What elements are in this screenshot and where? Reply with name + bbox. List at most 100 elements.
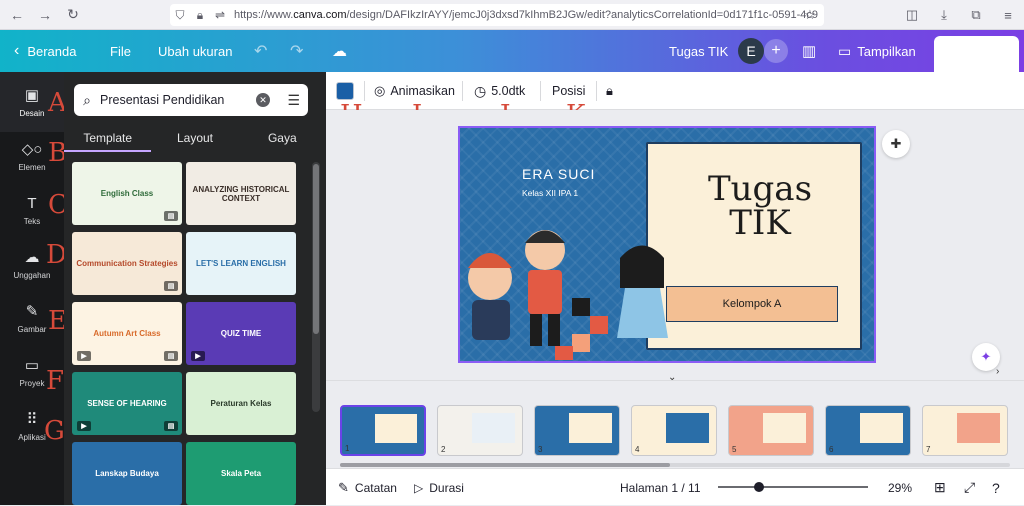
page-thumbnail[interactable]: 3 [534, 405, 620, 456]
duration-footer-button[interactable]: ▷ Durasi [414, 469, 464, 506]
filter-icon[interactable]: ☰ [287, 92, 300, 109]
file-menu[interactable]: File [110, 30, 131, 72]
page-thumbnail[interactable]: 1 [340, 405, 426, 456]
chevron-right-icon[interactable]: › [996, 366, 999, 377]
grid-view-icon[interactable]: ⊞ [934, 469, 946, 506]
page-thumbnail[interactable]: 2 [437, 405, 523, 456]
background-color-button[interactable] [336, 72, 354, 110]
slide-group-box[interactable]: Kelompok A [666, 286, 838, 322]
editor-header: ‹ Beranda File Ubah ukuran ↶ ↷ ☁ Tugas T… [0, 30, 1024, 78]
slide-canvas[interactable]: ERA SUCI Kelas XII IPA 1 Tugas TIK Kelom… [458, 126, 876, 363]
page-thumbnail-card [665, 412, 710, 444]
forward-icon[interactable]: → [34, 4, 56, 26]
divider [540, 81, 541, 101]
template-thumbnail[interactable]: Peraturan Kelas [186, 372, 296, 435]
tab-layout[interactable]: Layout [151, 124, 238, 152]
fullscreen-icon[interactable]: ⤢ [964, 469, 975, 506]
template-thumbnail[interactable]: Communication Strategies ▤ [72, 232, 182, 295]
color-swatch [336, 82, 354, 100]
slide-author-name[interactable]: ERA SUCI [522, 166, 595, 182]
template-thumbnail[interactable]: ANALYZING HISTORICAL CONTEXT [186, 162, 296, 225]
design-panel: ⌕ Presentasi Pendidikan ✕ ☰ Template Lay… [64, 72, 326, 505]
panel-scrollbar[interactable] [312, 162, 320, 412]
cloud-saved-icon[interactable]: ☁ [332, 30, 347, 72]
page-indicator-label: Halaman 1 / 11 [620, 480, 701, 495]
template-search[interactable]: ⌕ Presentasi Pendidikan ✕ ☰ [74, 84, 308, 116]
rail-item-elemen[interactable]: ◇○ Elemen [0, 126, 64, 186]
present-icon: ▭ [838, 42, 852, 59]
template-thumbnail[interactable]: SENSE OF HEARING ▶ ▤ [72, 372, 182, 435]
duration-button[interactable]: ◷ 5.0dtk [474, 72, 525, 110]
avatar-letter: E [738, 38, 764, 64]
browser-toolbar: ← → ↻ ⛉ 🔒︎ ⇌ https://www.canva.com/desig… [0, 0, 1024, 30]
template-title: Communication Strategies [76, 259, 178, 268]
rail-item-unggahan[interactable]: ☁ Unggahan [0, 234, 64, 294]
slide-class-text[interactable]: Kelas XII IPA 1 [522, 188, 578, 198]
pages-count-icon: ▤ [164, 351, 178, 361]
page-thumbnail[interactable]: 7 [922, 405, 1008, 456]
template-thumbnail[interactable]: English Class ▤ [72, 162, 182, 225]
extensions-icon[interactable]: ⧉ [966, 4, 986, 26]
comment-icon[interactable]: ✚ [882, 130, 910, 158]
rail-item-desain[interactable]: ▣ Desain [0, 72, 64, 132]
lock-button[interactable]: 🔒︎ [606, 72, 613, 110]
notes-label: Catatan [354, 480, 397, 495]
page-indicator[interactable]: Halaman 1 / 11 [620, 469, 701, 506]
resize-button[interactable]: Ubah ukuran [158, 30, 232, 72]
rail-item-teks[interactable]: T Teks [0, 180, 64, 240]
page-strip: 1 2 3 4 5 6 7 [326, 380, 1024, 468]
page-thumbnail-card [859, 412, 904, 444]
tab-template[interactable]: Template [64, 124, 152, 152]
page-number: 7 [926, 445, 931, 454]
template-thumbnail[interactable]: LET'S LEARN ENGLISH [186, 232, 296, 295]
panel-scrollbar-thumb[interactable] [313, 164, 319, 334]
rail-label: Aplikasi [18, 433, 46, 442]
search-input[interactable]: Presentasi Pendidikan [100, 93, 224, 107]
rail-label: Teks [23, 216, 41, 226]
clear-icon[interactable]: ✕ [256, 93, 270, 107]
template-thumbnail[interactable]: QUIZ TIME ▶ [186, 302, 296, 365]
redo-icon[interactable]: ↷ [290, 30, 303, 72]
help-icon[interactable]: ? [992, 469, 1000, 506]
notes-button[interactable]: ✎ Catatan [338, 469, 397, 506]
lock-icon: 🔒︎ [196, 7, 204, 22]
rail-item-proyek[interactable]: ▭ Proyek [0, 342, 64, 402]
zoom-slider[interactable] [718, 482, 868, 492]
reload-icon[interactable]: ↻ [62, 4, 84, 26]
pages-count-icon: ▤ [164, 421, 178, 431]
position-button[interactable]: Posisi [552, 72, 585, 110]
page-thumbnail-card [568, 412, 613, 444]
template-thumbnail[interactable]: Skala Peta [186, 442, 296, 505]
url-bar[interactable]: ⛉ 🔒︎ ⇌ https://www.canva.com/design/DAFI… [170, 4, 824, 26]
page-strip-scrollbar[interactable] [340, 463, 1010, 467]
rail-item-aplikasi[interactable]: ⠿ Aplikasi [0, 396, 64, 456]
tab-gaya[interactable]: Gaya [239, 124, 326, 152]
document-title[interactable]: Tugas TIK [669, 30, 728, 72]
animate-button[interactable]: ◎ Animasikan [374, 72, 455, 110]
template-thumbnail[interactable]: Lanskap Budaya [72, 442, 182, 505]
bookmark-star-icon[interactable]: ☆ [800, 4, 820, 26]
undo-icon[interactable]: ↶ [254, 30, 267, 72]
present-button[interactable]: ▭ Tampilkan [838, 30, 916, 72]
page-strip-scrollbar-thumb[interactable] [340, 463, 670, 467]
template-grid: English Class ▤ ANALYZING HISTORICAL CONTE… [72, 162, 312, 505]
back-icon[interactable]: ← [6, 4, 28, 26]
page-thumbnail[interactable]: 4 [631, 405, 717, 456]
zoom-slider-knob[interactable] [753, 482, 764, 492]
add-collaborator-button[interactable]: + [764, 30, 788, 72]
slide-title[interactable]: Tugas TIK [680, 172, 840, 240]
zoom-level[interactable]: 29% [888, 469, 912, 506]
template-title: QUIZ TIME [220, 329, 262, 338]
rail-item-gambar[interactable]: ✎ Gambar [0, 288, 64, 348]
template-thumbnail[interactable]: Autumn Art Class ▶ ▤ [72, 302, 182, 365]
home-button[interactable]: ‹ Beranda [14, 30, 76, 72]
page-thumbnail[interactable]: 5 [728, 405, 814, 456]
avatar[interactable]: E [738, 30, 764, 72]
menu-icon[interactable]: ≡ [998, 4, 1018, 26]
downloads-icon[interactable]: ⤓ [934, 4, 954, 26]
slide-title-line1: Tugas [707, 169, 813, 209]
pocket-icon[interactable]: ◫ [902, 4, 922, 26]
insights-icon[interactable]: ▥ [802, 30, 816, 72]
page-thumbnail[interactable]: 6 [825, 405, 911, 456]
rail-label: Gambar [17, 325, 47, 334]
